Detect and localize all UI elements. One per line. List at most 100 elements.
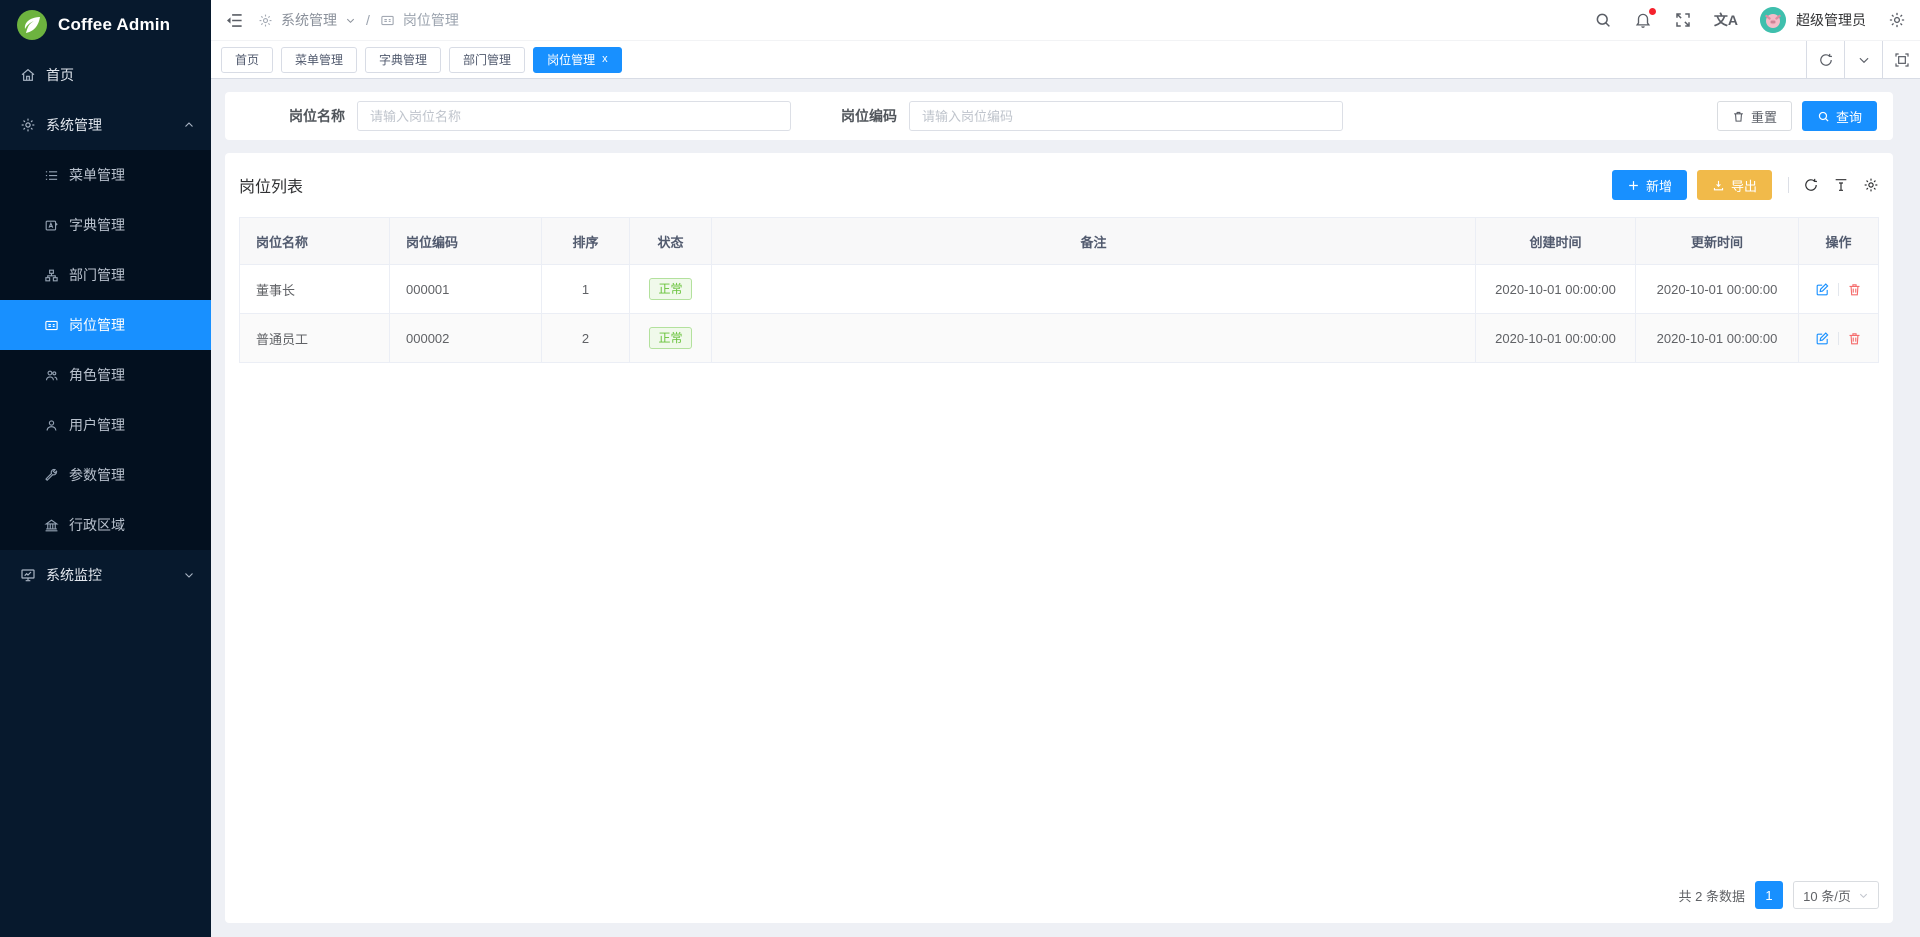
notification-dot bbox=[1649, 8, 1656, 15]
sidebar-item-role-mgmt[interactable]: 角色管理 bbox=[0, 350, 211, 400]
monitor-board-icon bbox=[20, 567, 36, 583]
sidebar-item-user-mgmt[interactable]: 用户管理 bbox=[0, 400, 211, 450]
cell-created: 2020-10-01 00:00:00 bbox=[1476, 265, 1636, 314]
search-form-card: 岗位名称 岗位编码 重置 查询 bbox=[225, 92, 1893, 140]
refresh-icon[interactable] bbox=[1803, 177, 1819, 193]
bank-icon bbox=[44, 518, 59, 533]
search-icon[interactable] bbox=[1594, 11, 1612, 29]
edit-icon[interactable] bbox=[1815, 282, 1830, 297]
col-header-post-code: 岗位编码 bbox=[390, 218, 542, 265]
sidebar-item-monitor[interactable]: 系统监控 bbox=[0, 550, 211, 600]
tabs-dropdown-chevron-icon[interactable] bbox=[1844, 41, 1882, 78]
col-header-status: 状态 bbox=[630, 218, 712, 265]
id-badge-icon bbox=[44, 318, 59, 333]
sidebar-item-system[interactable]: 系统管理 bbox=[0, 100, 211, 150]
pagination: 共 2 条数据 1 10 条/页 bbox=[239, 869, 1879, 909]
cell-status: 正常 bbox=[630, 314, 712, 363]
gear-icon bbox=[258, 13, 273, 28]
notification-bell-icon[interactable] bbox=[1634, 11, 1652, 29]
tab-close-icon[interactable]: x bbox=[602, 54, 608, 65]
sidebar-item-dict-mgmt[interactable]: 字典管理 bbox=[0, 200, 211, 250]
delete-icon[interactable] bbox=[1847, 331, 1862, 346]
top-navbar: 系统管理 / 岗位管理 文A bbox=[211, 0, 1920, 40]
toolbar-divider bbox=[1788, 177, 1789, 193]
breadcrumb-current: 岗位管理 bbox=[403, 10, 459, 30]
cell-post-name: 董事长 bbox=[240, 265, 390, 314]
dictionary-icon bbox=[44, 218, 59, 233]
tab-menu-mgmt[interactable]: 菜单管理 bbox=[281, 47, 357, 73]
refresh-icon[interactable] bbox=[1806, 41, 1844, 78]
cell-sort: 1 bbox=[542, 265, 630, 314]
tab-home[interactable]: 首页 bbox=[221, 47, 273, 73]
chevron-down-icon bbox=[183, 569, 195, 581]
app-title: Coffee Admin bbox=[58, 15, 170, 35]
post-code-label: 岗位编码 bbox=[841, 106, 897, 126]
col-header-actions: 操作 bbox=[1799, 218, 1879, 265]
export-button[interactable]: 导出 bbox=[1697, 170, 1772, 200]
table-row: 董事长 000001 1 正常 2020-10-01 00:00:00 2020… bbox=[240, 265, 1879, 314]
page-1-button[interactable]: 1 bbox=[1755, 881, 1783, 909]
breadcrumb: 系统管理 / 岗位管理 bbox=[258, 10, 459, 30]
sidebar-item-params-mgmt[interactable]: 参数管理 bbox=[0, 450, 211, 500]
chevron-down-icon bbox=[345, 15, 356, 26]
cell-post-name: 普通员工 bbox=[240, 314, 390, 363]
sidebar-collapse-icon[interactable] bbox=[225, 11, 244, 30]
download-icon bbox=[1712, 179, 1725, 192]
id-badge-icon bbox=[380, 13, 395, 28]
cell-status: 正常 bbox=[630, 265, 712, 314]
reset-button[interactable]: 重置 bbox=[1717, 101, 1792, 131]
settings-gear-icon[interactable] bbox=[1888, 11, 1906, 29]
cell-remark bbox=[712, 314, 1476, 363]
query-button[interactable]: 查询 bbox=[1802, 101, 1877, 131]
post-code-input[interactable] bbox=[909, 101, 1343, 131]
roles-icon bbox=[44, 368, 59, 383]
sidebar-item-menu-mgmt[interactable]: 菜单管理 bbox=[0, 150, 211, 200]
col-header-post-name: 岗位名称 bbox=[240, 218, 390, 265]
table-header-row: 岗位名称 岗位编码 排序 状态 备注 创建时间 更新时间 操作 bbox=[240, 218, 1879, 265]
home-icon bbox=[20, 67, 36, 83]
cell-post-code: 000002 bbox=[390, 314, 542, 363]
actions-divider bbox=[1838, 283, 1839, 296]
row-height-icon[interactable] bbox=[1833, 177, 1849, 193]
table-row: 普通员工 000002 2 正常 2020-10-01 00:00:00 202… bbox=[240, 314, 1879, 363]
edit-icon[interactable] bbox=[1815, 331, 1830, 346]
sidebar-item-post-mgmt[interactable]: 岗位管理 bbox=[0, 300, 211, 350]
cell-updated: 2020-10-01 00:00:00 bbox=[1636, 314, 1799, 363]
post-table: 岗位名称 岗位编码 排序 状态 备注 创建时间 更新时间 操作 董事长 0000… bbox=[239, 217, 1879, 363]
col-header-created: 创建时间 bbox=[1476, 218, 1636, 265]
leaf-logo-icon bbox=[16, 9, 48, 41]
add-button[interactable]: 新增 bbox=[1612, 170, 1687, 200]
sidebar-item-dept-mgmt[interactable]: 部门管理 bbox=[0, 250, 211, 300]
post-code-form-item: 岗位编码 bbox=[841, 101, 1343, 131]
sidebar-item-home[interactable]: 首页 bbox=[0, 50, 211, 100]
search-icon bbox=[1817, 110, 1830, 123]
list-icon bbox=[44, 168, 59, 183]
tabs-bar: 首页 菜单管理 字典管理 部门管理 岗位管理 x bbox=[211, 40, 1920, 79]
fullscreen-icon[interactable] bbox=[1674, 11, 1692, 29]
page-size-select[interactable]: 10 条/页 bbox=[1793, 881, 1879, 909]
cell-post-code: 000001 bbox=[390, 265, 542, 314]
cell-created: 2020-10-01 00:00:00 bbox=[1476, 314, 1636, 363]
card-title: 岗位列表 bbox=[239, 173, 303, 197]
username: 超级管理员 bbox=[1796, 10, 1866, 30]
tab-dept-mgmt[interactable]: 部门管理 bbox=[449, 47, 525, 73]
post-name-label: 岗位名称 bbox=[289, 106, 345, 126]
breadcrumb-parent[interactable]: 系统管理 bbox=[281, 10, 337, 30]
sidebar-item-region[interactable]: 行政区域 bbox=[0, 500, 211, 550]
delete-icon[interactable] bbox=[1847, 282, 1862, 297]
tab-post-mgmt[interactable]: 岗位管理 x bbox=[533, 47, 622, 73]
user-menu[interactable]: 超级管理员 bbox=[1760, 7, 1866, 33]
wrench-icon bbox=[44, 468, 59, 483]
tab-dict-mgmt[interactable]: 字典管理 bbox=[365, 47, 441, 73]
org-tree-icon bbox=[44, 268, 59, 283]
sidebar: Coffee Admin 首页 系统管理 菜单管理 字典管理 bbox=[0, 0, 211, 937]
cell-updated: 2020-10-01 00:00:00 bbox=[1636, 265, 1799, 314]
post-name-input[interactable] bbox=[357, 101, 791, 131]
app-logo: Coffee Admin bbox=[0, 0, 211, 50]
avatar bbox=[1760, 7, 1786, 33]
maximize-view-icon[interactable] bbox=[1882, 41, 1920, 78]
cell-sort: 2 bbox=[542, 314, 630, 363]
column-settings-gear-icon[interactable] bbox=[1863, 177, 1879, 193]
translate-icon[interactable]: 文A bbox=[1714, 10, 1738, 30]
cell-remark bbox=[712, 265, 1476, 314]
